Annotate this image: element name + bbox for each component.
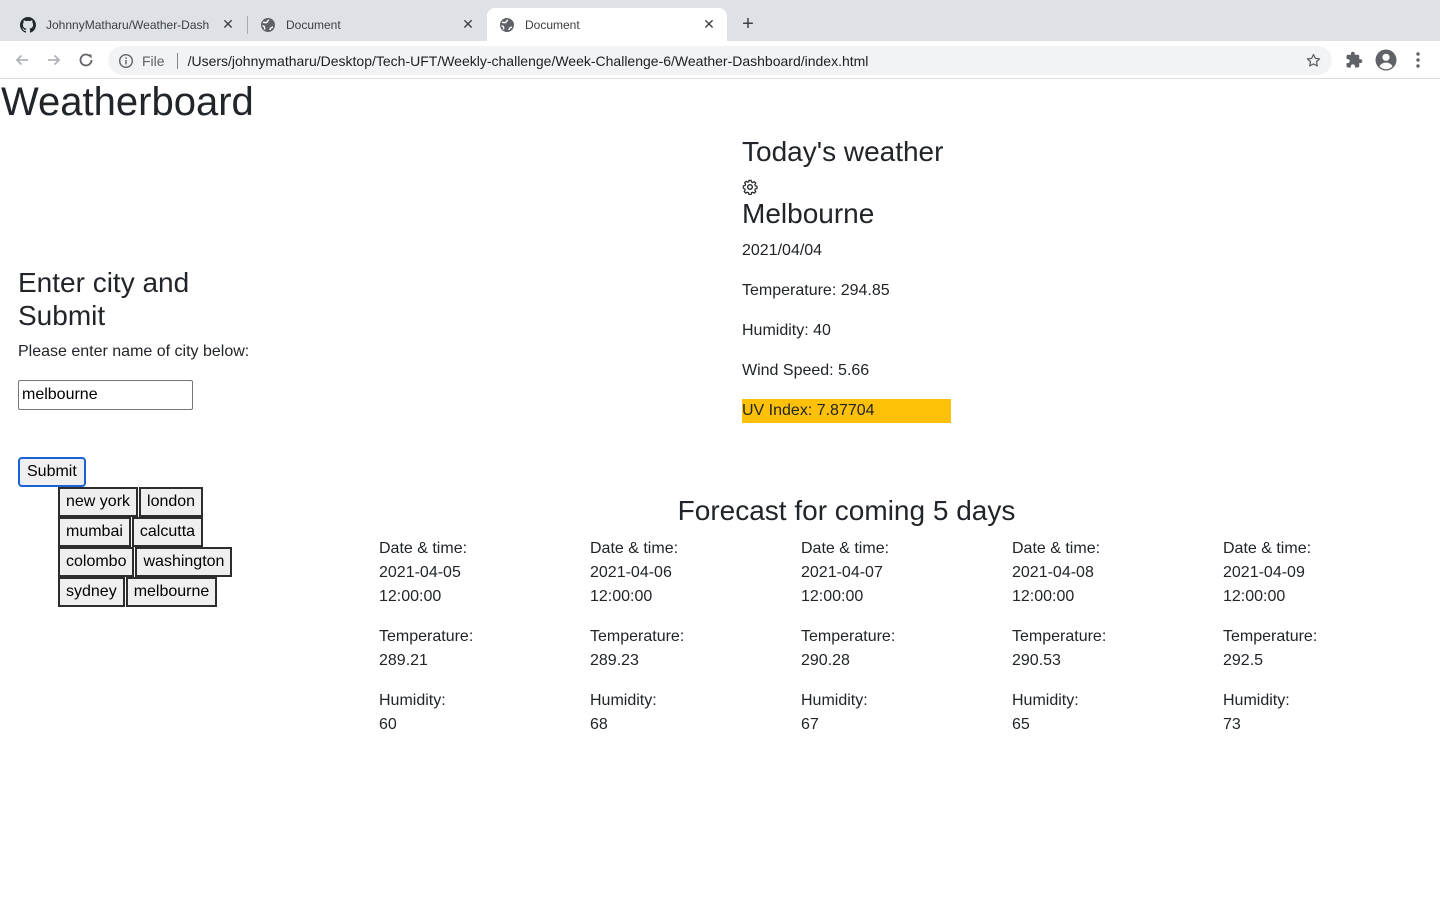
close-icon[interactable]: ✕: [218, 15, 238, 35]
browser-toolbar: File /Users/johnymatharu/Desktop/Tech-UF…: [0, 41, 1440, 79]
tab-title: Document: [286, 17, 341, 32]
forecast-humidity: 67: [801, 716, 819, 733]
forecast-date-label: Date & time:: [1223, 540, 1312, 557]
forecast-humidity-label: Humidity:: [590, 692, 657, 709]
globe-icon: [260, 17, 276, 33]
forecast-date-label: Date & time:: [590, 540, 679, 557]
forecast-temp-label: Temperature:: [801, 628, 896, 645]
submit-button[interactable]: Submit: [18, 457, 86, 487]
uv-index-badge: UV Index: 7.87704: [742, 399, 951, 423]
profile-avatar-icon[interactable]: [1375, 49, 1397, 71]
today-date: 2021/04/04: [742, 242, 823, 259]
tab-github[interactable]: JohnnyMatharu/Weather-Dash ✕: [8, 8, 246, 41]
forecast-date: 2021-04-09: [1223, 564, 1305, 581]
forecast-day: Date & time: 2021-04-08 12:00:00 Tempera…: [1012, 537, 1223, 737]
forecast-date-label: Date & time:: [379, 540, 468, 557]
forecast-humidity: 65: [1012, 716, 1030, 733]
forecast-date: 2021-04-05: [379, 564, 461, 581]
forecast-temperature: 289.21: [379, 652, 428, 669]
forecast-time: 12:00:00: [590, 588, 653, 605]
forecast-temp-label: Temperature:: [1223, 628, 1318, 645]
forecast-day: Date & time: 2021-04-05 12:00:00 Tempera…: [379, 537, 590, 737]
extensions-puzzle-icon[interactable]: [1343, 49, 1365, 71]
tab-document-1[interactable]: Document ✕: [248, 8, 486, 41]
forecast-date: 2021-04-07: [801, 564, 883, 581]
scheme-label: File: [142, 52, 165, 69]
today-humidity: Humidity: 40: [742, 322, 831, 339]
today-heading: Today's weather: [742, 136, 944, 167]
history-row: sydney melbourne: [58, 577, 233, 607]
forecast-day: Date & time: 2021-04-06 12:00:00 Tempera…: [590, 537, 801, 737]
forecast-time: 12:00:00: [1223, 588, 1286, 605]
search-panel: Enter city and Submit Please enter name …: [18, 266, 338, 487]
forecast-heading: Forecast for coming 5 days: [677, 495, 1016, 526]
forecast-humidity: 68: [590, 716, 608, 733]
today-wind-speed: Wind Speed: 5.66: [742, 362, 870, 379]
history-city-button[interactable]: melbourne: [125, 577, 218, 607]
search-hint: Please enter name of city below:: [18, 343, 250, 360]
menu-kebab-icon[interactable]: [1407, 49, 1429, 71]
today-temperature: Temperature: 294.85: [742, 282, 890, 299]
page-title: Weatherboard: [1, 80, 254, 124]
forecast-humidity: 73: [1223, 716, 1241, 733]
forecast-humidity-label: Humidity:: [379, 692, 446, 709]
reload-icon[interactable]: [75, 49, 97, 71]
forecast-temp-label: Temperature:: [379, 628, 474, 645]
forecast-grid: Date & time: 2021-04-05 12:00:00 Tempera…: [379, 537, 1440, 737]
close-icon[interactable]: ✕: [699, 15, 719, 35]
today-weather-panel: Today's weather Melbourne 2021/04/04 Tem…: [742, 135, 1042, 423]
forecast-date: 2021-04-06: [590, 564, 672, 581]
tab-document-active[interactable]: Document ✕: [487, 8, 727, 41]
tab-title: Document: [525, 17, 580, 32]
forecast-date-label: Date & time:: [801, 540, 890, 557]
forecast-humidity: 60: [379, 716, 397, 733]
page-content: Weatherboard Enter city and Submit Pleas…: [0, 80, 1440, 900]
forecast-temp-label: Temperature:: [590, 628, 685, 645]
forecast-date-label: Date & time:: [1012, 540, 1101, 557]
history-city-button[interactable]: washington: [135, 547, 233, 577]
github-icon: [20, 16, 36, 33]
forecast-humidity-label: Humidity:: [1223, 692, 1290, 709]
forecast-humidity-label: Humidity:: [801, 692, 868, 709]
forecast-temperature: 292.5: [1223, 652, 1264, 669]
history-row: colombo washington: [58, 547, 233, 577]
history-city-button[interactable]: sydney: [58, 577, 125, 607]
back-arrow-icon[interactable]: [11, 49, 33, 71]
close-icon[interactable]: ✕: [458, 15, 478, 35]
star-icon[interactable]: [1305, 52, 1322, 69]
forecast-time: 12:00:00: [801, 588, 864, 605]
forecast-temp-label: Temperature:: [1012, 628, 1107, 645]
forecast-day: Date & time: 2021-04-07 12:00:00 Tempera…: [801, 537, 1012, 737]
new-tab-button[interactable]: +: [736, 12, 760, 36]
forecast-time: 12:00:00: [379, 588, 442, 605]
forward-arrow-icon[interactable]: [43, 49, 65, 71]
url-text: /Users/johnymatharu/Desktop/Tech-UFT/Wee…: [187, 52, 869, 69]
globe-icon: [499, 17, 515, 33]
tab-title: JohnnyMatharu/Weather-Dash: [46, 17, 210, 32]
tab-strip: JohnnyMatharu/Weather-Dash ✕ Document ✕ …: [0, 0, 1440, 41]
forecast-temperature: 290.53: [1012, 652, 1061, 669]
city-input[interactable]: [18, 380, 193, 410]
divider: [176, 52, 178, 69]
history-city-button[interactable]: colombo: [58, 547, 135, 577]
info-icon[interactable]: [118, 53, 134, 69]
address-bar[interactable]: File /Users/johnymatharu/Desktop/Tech-UF…: [108, 46, 1332, 75]
gear-icon: [742, 179, 758, 196]
forecast-time: 12:00:00: [1012, 588, 1075, 605]
city-name: Melbourne: [742, 198, 875, 229]
forecast-date: 2021-04-08: [1012, 564, 1094, 581]
forecast-humidity-label: Humidity:: [1012, 692, 1079, 709]
forecast-temperature: 289.23: [590, 652, 639, 669]
forecast-temperature: 290.28: [801, 652, 850, 669]
search-heading: Enter city and Submit: [18, 267, 190, 331]
forecast-day: Date & time: 2021-04-09 12:00:00 Tempera…: [1223, 537, 1434, 737]
